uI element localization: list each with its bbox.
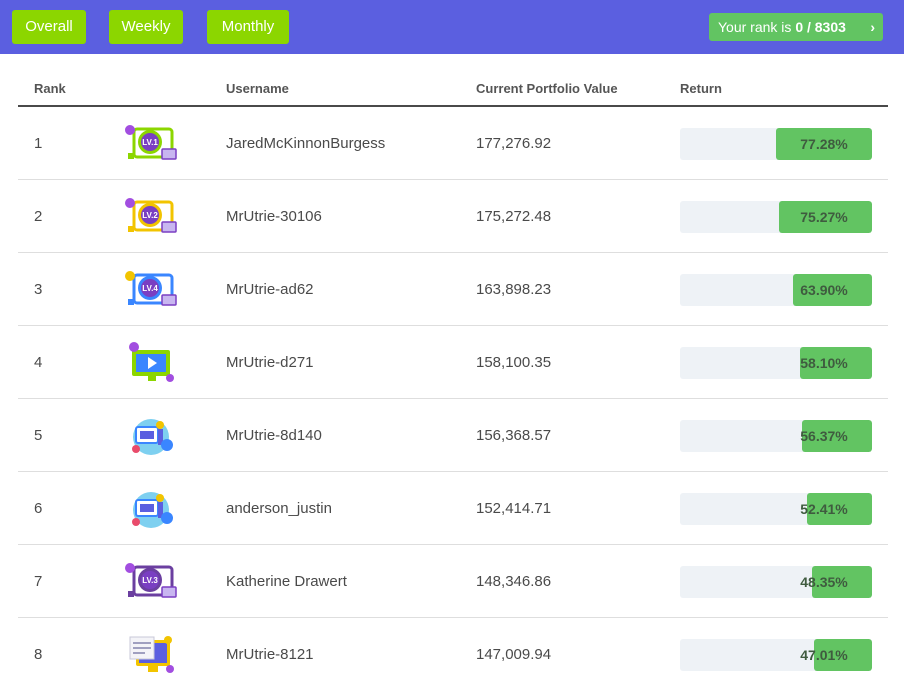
table-row[interactable]: 8 MrUtrie-8121 147,009.94 47.01% [18, 618, 888, 690]
svg-text:LV.4: LV.4 [142, 284, 158, 293]
table-row[interactable]: 4 MrUtrie-d271 158,100.35 58.10% [18, 326, 888, 399]
row-username[interactable]: JaredMcKinnonBurgess [226, 135, 385, 152]
your-rank-value: 0 / 8303 [795, 19, 846, 35]
row-username[interactable]: MrUtrie-30106 [226, 208, 322, 225]
table-row[interactable]: 5 MrUtrie-8d140 156,368.57 56.37% [18, 399, 888, 472]
row-rank: 7 [34, 573, 43, 590]
tab-overall[interactable]: Overall [12, 10, 86, 44]
return-value: 77.28% [800, 136, 848, 152]
row-username[interactable]: MrUtrie-d271 [226, 354, 314, 371]
return-value: 48.35% [800, 574, 848, 590]
row-username[interactable]: MrUtrie-8d140 [226, 427, 322, 444]
top-bar: Overall Weekly Monthly Your rank is 0 / … [0, 0, 904, 54]
header-portfolio-value[interactable]: Current Portfolio Value [476, 81, 618, 96]
row-portfolio-value: 163,898.23 [476, 281, 552, 298]
table-row[interactable]: 1 LV.1 JaredMcKinnonBurgess 177,276.92 7… [18, 107, 888, 180]
return-bar: 77.28% [680, 128, 872, 160]
row-rank: 8 [34, 646, 43, 663]
your-rank-text: Your rank is 0 / 8303 [718, 13, 846, 41]
return-value: 75.27% [800, 209, 848, 225]
globe-badge-icon [122, 488, 180, 530]
row-username[interactable]: MrUtrie-8121 [226, 646, 314, 663]
row-rank: 3 [34, 281, 43, 298]
return-value: 58.10% [800, 355, 848, 371]
return-value: 52.41% [800, 501, 848, 517]
svg-text:LV.1: LV.1 [142, 138, 158, 147]
return-bar: 52.41% [680, 493, 872, 525]
header-return[interactable]: Return [680, 81, 722, 96]
row-portfolio-value: 158,100.35 [476, 354, 552, 371]
table-body: 1 LV.1 JaredMcKinnonBurgess 177,276.92 7… [18, 107, 888, 690]
chevron-right-icon: › [870, 19, 875, 35]
return-value: 63.90% [800, 282, 848, 298]
header-username[interactable]: Username [226, 81, 289, 96]
your-rank-prefix: Your rank is [718, 19, 796, 35]
level-1-badge-icon: LV.1 [122, 123, 180, 165]
row-username[interactable]: Katherine Drawert [226, 573, 347, 590]
row-portfolio-value: 177,276.92 [476, 135, 552, 152]
table-row[interactable]: 3 LV.4 MrUtrie-ad62 163,898.23 63.90% [18, 253, 888, 326]
return-bar: 48.35% [680, 566, 872, 598]
table-row[interactable]: 2 LV.2 MrUtrie-30106 175,272.48 75.27% [18, 180, 888, 253]
row-username[interactable]: anderson_justin [226, 500, 332, 517]
row-rank: 4 [34, 354, 43, 371]
return-bar: 75.27% [680, 201, 872, 233]
globe-badge-icon [122, 415, 180, 457]
row-rank: 5 [34, 427, 43, 444]
table-row[interactable]: 7 LV.3 Katherine Drawert 148,346.86 48.3… [18, 545, 888, 618]
computer-badge-icon [122, 634, 180, 676]
return-bar: 63.90% [680, 274, 872, 306]
row-rank: 1 [34, 135, 43, 152]
row-portfolio-value: 147,009.94 [476, 646, 552, 663]
tab-weekly[interactable]: Weekly [109, 10, 183, 44]
return-value: 47.01% [800, 647, 848, 663]
table-row[interactable]: 6 anderson_justin 152,414.71 52.41% [18, 472, 888, 545]
row-rank: 6 [34, 500, 43, 517]
svg-text:LV.3: LV.3 [142, 576, 158, 585]
svg-text:LV.2: LV.2 [142, 211, 158, 220]
level-3-badge-icon: LV.3 [122, 561, 180, 603]
level-4-badge-icon: LV.4 [122, 269, 180, 311]
level-2-badge-icon: LV.2 [122, 196, 180, 238]
return-bar: 58.10% [680, 347, 872, 379]
monitor-badge-icon [122, 342, 180, 384]
header-rank[interactable]: Rank [34, 81, 66, 96]
return-bar: 47.01% [680, 639, 872, 671]
tab-monthly[interactable]: Monthly [207, 10, 289, 44]
your-rank-button[interactable]: Your rank is 0 / 8303 › [709, 13, 883, 41]
row-portfolio-value: 156,368.57 [476, 427, 552, 444]
row-portfolio-value: 148,346.86 [476, 573, 552, 590]
leaderboard-table: Rank Username Current Portfolio Value Re… [18, 70, 888, 690]
row-portfolio-value: 152,414.71 [476, 500, 552, 517]
row-username[interactable]: MrUtrie-ad62 [226, 281, 314, 298]
return-bar: 56.37% [680, 420, 872, 452]
table-header: Rank Username Current Portfolio Value Re… [18, 70, 888, 107]
return-value: 56.37% [800, 428, 848, 444]
row-portfolio-value: 175,272.48 [476, 208, 552, 225]
row-rank: 2 [34, 208, 43, 225]
